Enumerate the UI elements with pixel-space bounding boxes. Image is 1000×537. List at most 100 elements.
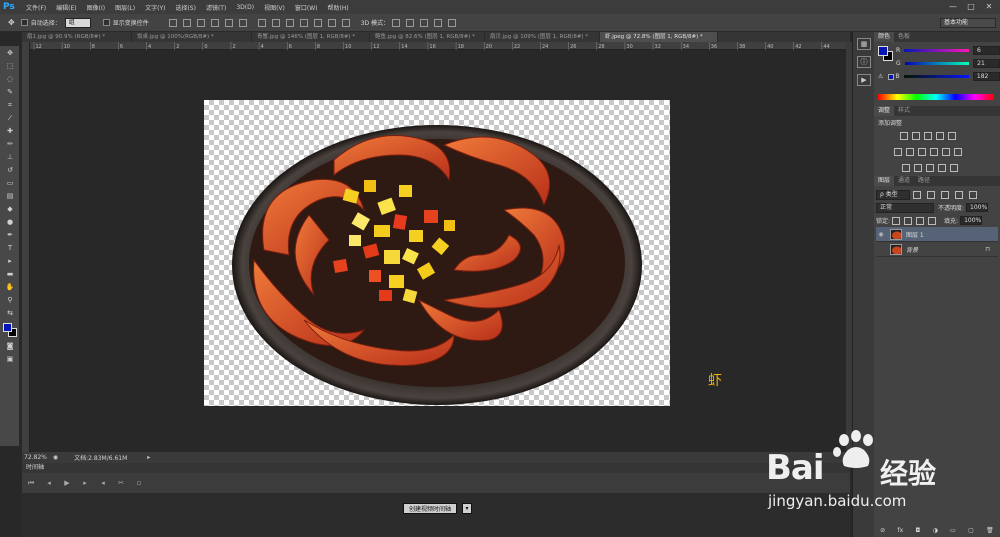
green-slider[interactable] bbox=[904, 62, 970, 65]
tab-channels[interactable]: 通道 bbox=[894, 176, 914, 186]
foreground-color-swatch[interactable] bbox=[3, 323, 12, 332]
levels-icon[interactable] bbox=[912, 132, 920, 140]
blue-slider[interactable] bbox=[903, 75, 969, 78]
align-top-icon[interactable] bbox=[168, 18, 177, 27]
opacity-input[interactable]: 100% bbox=[966, 203, 989, 212]
delete-layer-icon[interactable]: 🗑 bbox=[986, 527, 994, 534]
actions-panel-icon[interactable]: ▶ bbox=[857, 74, 871, 86]
auto-select-checkbox[interactable] bbox=[20, 19, 28, 26]
shape-tool-icon[interactable]: ▬ bbox=[3, 269, 17, 280]
dodge-tool-icon[interactable]: ● bbox=[3, 217, 17, 228]
history-panel-icon[interactable]: ▦ bbox=[857, 38, 871, 50]
layer-filter-dropdown[interactable]: ρ 类型 bbox=[876, 189, 910, 200]
filter-shape-icon[interactable] bbox=[955, 190, 963, 199]
lock-transparent-icon[interactable] bbox=[892, 216, 901, 225]
crop-tool-icon[interactable]: ⌗ bbox=[3, 100, 17, 111]
move-tool-icon[interactable]: ✥ bbox=[8, 18, 15, 27]
path-select-tool-icon[interactable]: ▸ bbox=[3, 256, 17, 267]
maximize-button[interactable]: □ bbox=[964, 1, 978, 12]
gamut-warning-icon[interactable]: ⚠ bbox=[878, 73, 886, 80]
menu-edit[interactable]: 编辑(E) bbox=[51, 3, 81, 12]
minimize-button[interactable]: — bbox=[946, 1, 960, 12]
timeline-title[interactable]: 时间轴 bbox=[22, 463, 850, 473]
tab-doc-1[interactable]: 扇1.jpg @ 90.9% (RGB/8#) * bbox=[22, 32, 132, 42]
status-icon[interactable]: ◉ bbox=[53, 454, 58, 461]
show-transform-checkbox[interactable] bbox=[102, 19, 110, 26]
tab-paths[interactable]: 路径 bbox=[914, 176, 934, 186]
menu-file[interactable]: 文件(F) bbox=[21, 3, 51, 12]
lock-position-icon[interactable] bbox=[916, 216, 925, 225]
eyedropper-tool-icon[interactable]: ⁄ bbox=[3, 113, 17, 124]
align-right-icon[interactable] bbox=[238, 18, 247, 27]
scale-3d-icon[interactable] bbox=[448, 18, 457, 27]
eraser-tool-icon[interactable]: ▭ bbox=[3, 178, 17, 189]
menu-view[interactable]: 视图(V) bbox=[259, 3, 290, 12]
timeline-dropdown-arrow[interactable]: ▾ bbox=[462, 503, 472, 514]
quick-mask-icon[interactable]: ◙ bbox=[3, 341, 17, 352]
close-button[interactable]: ✕ bbox=[982, 1, 996, 12]
menu-filter[interactable]: 滤镜(T) bbox=[201, 3, 231, 12]
filter-smart-icon[interactable] bbox=[969, 190, 977, 199]
blue-value[interactable]: 182 bbox=[972, 72, 1000, 81]
curves-icon[interactable] bbox=[924, 132, 932, 140]
vibrance-icon[interactable] bbox=[948, 132, 956, 140]
fill-input[interactable]: 100% bbox=[960, 216, 983, 225]
menu-select[interactable]: 选择(S) bbox=[170, 3, 201, 12]
link-layers-icon[interactable]: ⊘ bbox=[880, 527, 885, 534]
layer-name[interactable]: 图层 1 bbox=[906, 230, 924, 239]
align-center-icon[interactable] bbox=[224, 18, 233, 27]
align-bottom-icon[interactable] bbox=[196, 18, 205, 27]
slide-3d-icon[interactable] bbox=[434, 18, 443, 27]
photo-filter-icon[interactable] bbox=[930, 148, 938, 156]
pen-tool-icon[interactable]: ✒ bbox=[3, 230, 17, 241]
color-lookup-icon[interactable] bbox=[954, 148, 962, 156]
lock-pixels-icon[interactable] bbox=[904, 216, 913, 225]
audio-icon[interactable]: ◂ bbox=[98, 479, 108, 487]
layer-name[interactable]: 背景 bbox=[906, 245, 918, 254]
screen-mode-icon[interactable]: ▣ bbox=[3, 354, 17, 365]
quick-select-tool-icon[interactable]: ✎ bbox=[3, 87, 17, 98]
status-menu-arrow-icon[interactable]: ▸ bbox=[147, 454, 150, 461]
play-icon[interactable]: ▶ bbox=[62, 479, 72, 487]
menu-help[interactable]: 帮助(H) bbox=[323, 3, 354, 12]
new-layer-icon[interactable]: ▢ bbox=[968, 527, 974, 534]
tab-layers[interactable]: 图层 bbox=[874, 176, 895, 186]
gradient-tool-icon[interactable]: ▤ bbox=[3, 191, 17, 202]
healing-tool-icon[interactable]: ✚ bbox=[3, 126, 17, 137]
posterize-icon[interactable] bbox=[914, 164, 922, 172]
tab-styles[interactable]: 样式 bbox=[894, 106, 914, 116]
align-middle-icon[interactable] bbox=[182, 18, 191, 27]
filter-adjust-icon[interactable] bbox=[927, 190, 935, 199]
roll-3d-icon[interactable] bbox=[406, 18, 415, 27]
document-canvas[interactable] bbox=[204, 100, 670, 406]
blur-tool-icon[interactable]: ◆ bbox=[3, 204, 17, 215]
distribute-middle-icon[interactable] bbox=[271, 18, 280, 27]
auto-select-dropdown[interactable]: 组 bbox=[64, 17, 91, 28]
visibility-eye-icon[interactable]: ◉ bbox=[876, 231, 886, 238]
tab-doc-4[interactable]: 鲍鱼.jpg @ 82.6% (图层 1, RGB/8#) * bbox=[370, 32, 485, 42]
selective-color-icon[interactable] bbox=[950, 164, 958, 172]
stamp-tool-icon[interactable]: ⊥ bbox=[3, 152, 17, 163]
auto-align-icon[interactable] bbox=[341, 18, 350, 27]
rotate-3d-icon[interactable] bbox=[392, 18, 401, 27]
create-video-timeline-button[interactable]: 创建视频时间轴 bbox=[403, 503, 458, 514]
distribute-top-icon[interactable] bbox=[257, 18, 266, 27]
gradient-map-icon[interactable] bbox=[938, 164, 946, 172]
zoom-level[interactable]: 72.82% bbox=[24, 454, 47, 461]
color-spectrum-bar[interactable] bbox=[878, 94, 994, 100]
lock-all-icon[interactable] bbox=[928, 216, 937, 225]
prev-frame-icon[interactable]: ◂ bbox=[44, 479, 54, 487]
brush-tool-icon[interactable]: ✏ bbox=[3, 139, 17, 150]
hue-saturation-icon[interactable] bbox=[894, 148, 902, 156]
black-white-icon[interactable] bbox=[918, 148, 926, 156]
blend-mode-dropdown[interactable]: 正常 bbox=[876, 202, 934, 213]
panel-foreground-swatch[interactable] bbox=[878, 46, 888, 56]
tab-doc-6-active[interactable]: 虾.jpeg @ 72.8% (图层 1, RGB/8#) * bbox=[600, 32, 718, 42]
transition-icon[interactable]: ▫ bbox=[134, 479, 144, 487]
menu-type[interactable]: 文字(Y) bbox=[140, 3, 170, 12]
layer-row-1[interactable]: ◉ 图层 1 bbox=[876, 227, 998, 242]
workspace-dropdown[interactable]: 基本功能 bbox=[940, 17, 996, 28]
red-value[interactable]: 6 bbox=[973, 46, 1000, 55]
split-icon[interactable]: ✂ bbox=[116, 479, 126, 487]
distribute-center-icon[interactable] bbox=[313, 18, 322, 27]
